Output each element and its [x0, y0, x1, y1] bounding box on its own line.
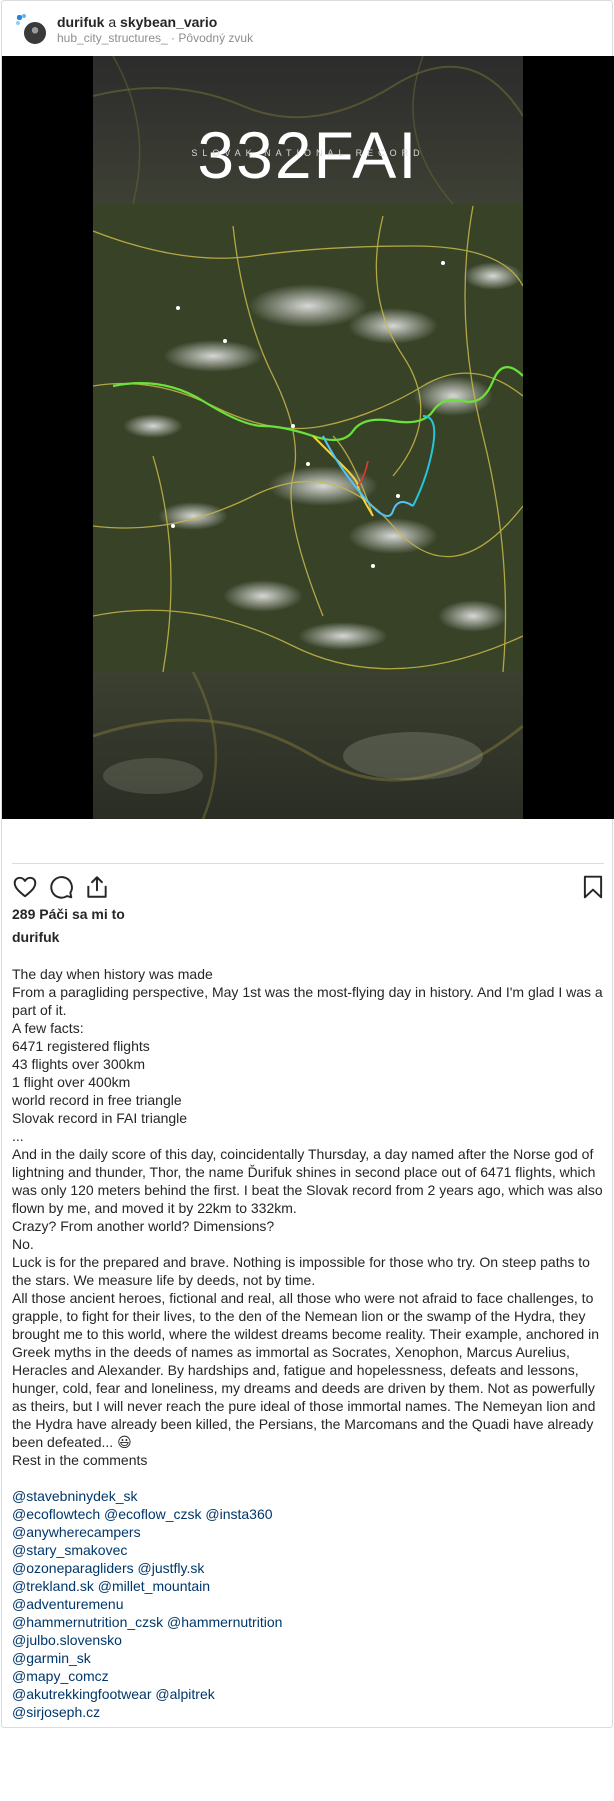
caption-line: The day when history was made — [12, 966, 213, 982]
bookmark-icon[interactable] — [580, 874, 606, 900]
post-names: durifuk a skybean_vario — [57, 14, 217, 30]
mention-link[interactable]: @sirjoseph.cz — [12, 1704, 100, 1720]
caption-line: ... — [12, 1128, 24, 1144]
caption-line: Rest in the comments — [12, 1452, 148, 1468]
caption-author[interactable]: durifuk — [12, 928, 59, 946]
caption-line: All those ancient heroes, fictional and … — [12, 1290, 599, 1450]
mention-link[interactable]: @hammernutrition_czsk @hammernutrition — [12, 1614, 282, 1630]
mention-link[interactable]: @garmin_sk — [12, 1650, 91, 1666]
post-media[interactable]: 332FAI SLOVAK NATIONAL RECORD — [2, 56, 614, 819]
mention-link[interactable]: @mapy_comcz — [12, 1668, 109, 1684]
heart-icon[interactable] — [12, 874, 38, 900]
mention-link[interactable]: @ozoneparagliders @justfly.sk — [12, 1560, 204, 1576]
mention-link[interactable]: @trekland.sk @millet_mountain — [12, 1578, 210, 1594]
mention-link[interactable]: @akutrekkingfootwear @alpitrek — [12, 1686, 215, 1702]
share-icon[interactable] — [84, 874, 110, 900]
mention-link[interactable]: @anywherecampers — [12, 1524, 141, 1540]
mention-link[interactable]: @julbo.slovensko — [12, 1632, 122, 1648]
actions-divider — [12, 863, 604, 864]
caption-line: 6471 registered flights — [12, 1038, 150, 1054]
satellite-map-image: 332FAI SLOVAK NATIONAL RECORD — [93, 56, 523, 819]
instagram-post-card: durifuk a skybean_vario hub_city_structu… — [1, 0, 614, 1728]
caption-line: 43 flights over 300km — [12, 1056, 146, 1072]
caption-line: 1 flight over 400km — [12, 1074, 131, 1090]
caption-line: From a paragliding perspective, May 1st … — [12, 984, 603, 1018]
post-header: durifuk a skybean_vario hub_city_structu… — [2, 1, 612, 56]
post-caption: The day when history was made From a par… — [12, 965, 606, 1721]
caption-line: No. — [12, 1236, 34, 1252]
caption-line: A few facts: — [12, 1020, 84, 1036]
mention-link[interactable]: @adventuremenu — [12, 1596, 124, 1612]
audio-subtitle[interactable]: hub_city_structures_ · Pôvodný zvuk — [57, 31, 253, 45]
caption-line: world record in free triangle — [12, 1092, 182, 1108]
mention-link[interactable]: @stary_smakovec — [12, 1542, 127, 1558]
mention-link[interactable]: @ecoflowtech @ecoflow_czsk @insta360 — [12, 1506, 273, 1522]
media-subtitle-overlay: SLOVAK NATIONAL RECORD — [191, 148, 424, 158]
avatar[interactable] — [14, 12, 48, 46]
comment-icon[interactable] — [48, 874, 74, 900]
likes-count[interactable]: 289 Páči sa mi to — [12, 905, 125, 923]
caption-line: Crazy? From another world? Dimensions? — [12, 1218, 275, 1234]
caption-line: Luck is for the prepared and brave. Noth… — [12, 1254, 590, 1288]
author-avatar — [22, 20, 48, 46]
mention-link[interactable]: @stavebninydek_sk — [12, 1488, 138, 1504]
author-link[interactable]: durifuk — [57, 14, 104, 30]
collaborator-link[interactable]: skybean_vario — [120, 14, 217, 30]
connector-text: a — [108, 14, 117, 30]
caption-line: And in the daily score of this day, coin… — [12, 1146, 603, 1216]
caption-line: Slovak record in FAI triangle — [12, 1110, 188, 1126]
